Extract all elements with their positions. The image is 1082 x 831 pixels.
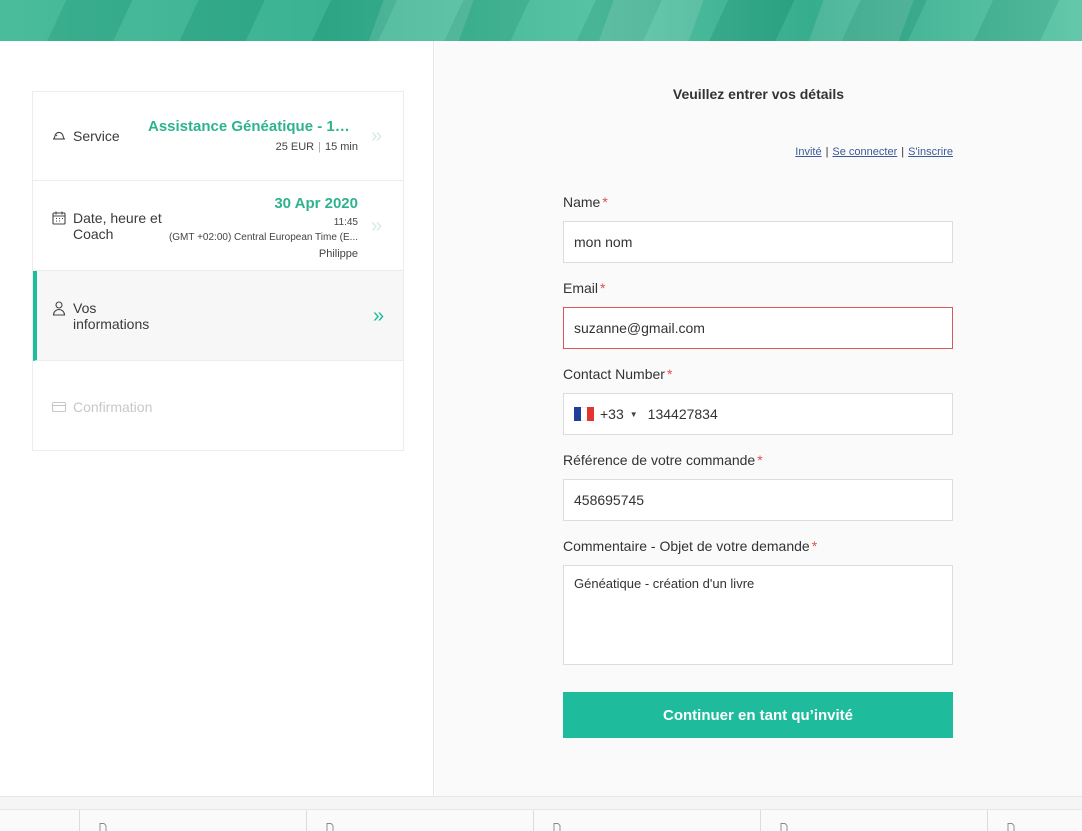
reference-input[interactable]: 458695745 [563,479,953,521]
footer-bar [0,796,1082,831]
booking-steps: Service Assistance Généatique - 15 ... 2… [32,91,404,451]
france-flag-icon[interactable] [574,407,595,421]
step-confirmation-label: Confirmation [73,399,153,415]
reference-label: Référence de votre commande [563,452,756,468]
document-icon [98,823,108,831]
appointment-time: 11:45 [333,217,358,228]
required-mark: * [602,194,608,210]
email-value: suzanne@gmail.com [574,320,705,336]
guest-link[interactable]: Invité [795,146,821,158]
email-field-group: Email * suzanne@gmail.com [563,280,953,349]
banner-decoration [805,0,925,41]
divider [987,810,988,831]
phone-field-group: Contact Number * +33 ▼ 134427834 [563,366,953,435]
appointment-date: 30 Apr 2020 [274,195,358,212]
phone-input[interactable]: +33 ▼ 134427834 [563,393,953,435]
footer-row [0,809,1082,831]
appointment-timezone: (GMT +02:00) Central European Time (E... [168,232,358,243]
required-mark: * [757,452,763,468]
required-mark: * [666,366,673,382]
booking-widget: Service Assistance Généatique - 15 ... 2… [2,41,1082,796]
name-label: Name [563,194,601,210]
comment-textarea[interactable]: Généatique - création d'un livre [563,565,953,665]
chevron-right-icon: » [371,214,383,237]
auth-links: Invité | Se connecter | S'inscrire [795,146,953,158]
banner-decoration [595,0,715,41]
signup-link[interactable]: S'inscrire [908,146,953,158]
service-title: Assistance Généatique - 15 ... [148,118,358,135]
details-form-panel: Veuillez entrer vos détails Invité | Se co… [435,41,1082,796]
name-input[interactable]: mon nom [563,221,953,263]
step-info-label: Vos informations [73,300,150,332]
link-separator: | [825,146,829,158]
divider [760,810,761,831]
required-mark: * [600,280,606,296]
cloud-service-icon [51,128,67,144]
header-banner [0,0,1082,41]
step-confirmation[interactable]: Confirmation [33,361,403,450]
reference-field-group: Référence de votre commande * 458695745 [563,452,953,521]
credit-card-icon [51,399,67,415]
step-service[interactable]: Service Assistance Généatique - 15 ... 2… [33,92,403,181]
user-icon [51,300,67,316]
chevron-right-icon: » [373,304,385,327]
divider: | [318,141,321,153]
chevron-right-icon: » [371,125,383,147]
comment-label: Commentaire - Objet de votre demande [563,538,810,554]
phone-label: Contact Number [563,366,665,382]
step-your-information[interactable]: Vos informations » [33,271,403,361]
appointment-coach: Philippe [318,248,358,260]
steps-panel: Service Assistance Généatique - 15 ... 2… [2,41,434,796]
comment-field-group: Commentaire - Objet de votre demande * Gé… [563,538,953,665]
divider [79,810,80,831]
comment-value: Généatique - création d'un livre [574,576,755,591]
link-separator: | [901,146,905,158]
service-duration: 15 min [324,141,358,153]
step-date-time-coach[interactable]: Date, heure et Coach 30 Apr 2020 11:45 (… [33,181,403,271]
service-price: 25 EUR [275,141,315,153]
document-icon [1006,823,1016,831]
dial-code[interactable]: +33 [600,406,624,422]
divider [306,810,307,831]
form-title: Veuillez entrer vos détails [672,86,845,102]
continue-as-guest-button[interactable]: Continuer en tant qu’invité [563,692,953,738]
phone-value: 134427834 [647,406,718,422]
required-mark: * [811,538,818,554]
email-label: Email [563,280,599,296]
name-value: mon nom [574,234,633,250]
caret-down-icon[interactable]: ▼ [630,410,638,419]
divider [533,810,534,831]
reference-value: 458695745 [574,492,645,508]
document-icon [779,823,789,831]
document-icon [552,823,562,831]
login-link[interactable]: Se connecter [832,146,897,158]
email-input[interactable]: suzanne@gmail.com [563,307,953,349]
banner-decoration [365,0,485,41]
name-field-group: Name * mon nom [563,194,953,263]
document-icon [325,823,335,831]
calendar-icon [51,210,67,226]
